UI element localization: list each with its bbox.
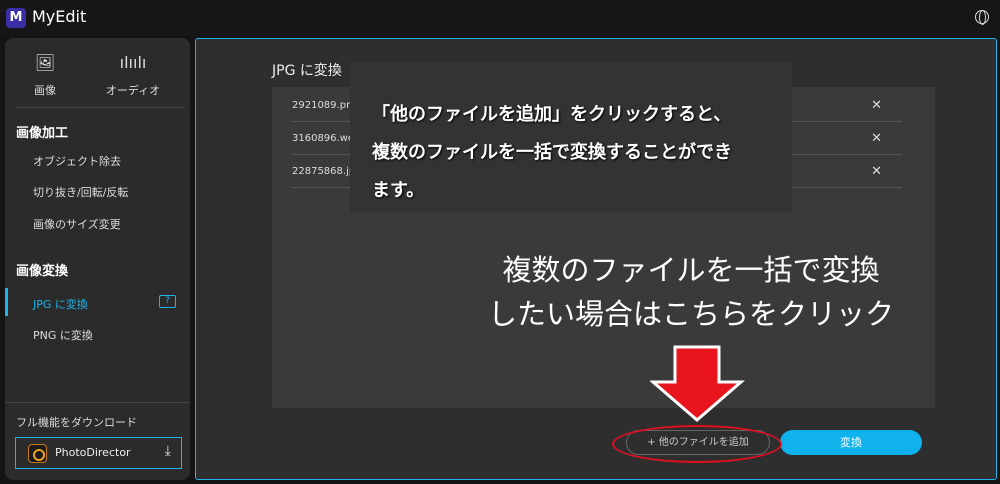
mode-audio[interactable]: ılıılı オーディオ — [93, 52, 173, 98]
tooltip-line: 複数のファイルを一括で変換することができ — [372, 142, 732, 163]
sidebar-item-resize[interactable]: 画像のサイズ変更 — [33, 216, 121, 232]
tooltip-line: 「他のファイルを追加」をクリックすると、 — [372, 104, 732, 125]
photodirector-download-button[interactable]: PhotoDirector ⤓ — [15, 437, 182, 469]
sidebar-item-jpg-convert[interactable]: JPG に変換 — [33, 296, 88, 312]
file-name: 2921089.pn — [292, 100, 353, 111]
mode-label: オーディオ — [105, 84, 161, 97]
sidebar-item-png-convert[interactable]: PNG に変換 — [33, 327, 93, 343]
remove-file-icon[interactable]: ✕ — [871, 122, 882, 155]
section-title: 画像変換 — [16, 264, 69, 279]
title-bar — [0, 0, 1000, 36]
convert-button[interactable]: 変換 — [780, 430, 922, 455]
photodirector-icon — [28, 444, 47, 463]
sidebar-item-object-removal[interactable]: オブジェクト除去 — [33, 153, 121, 169]
help-video-icon[interactable]: ? — [159, 295, 176, 308]
app-name: PhotoDirector — [55, 446, 131, 459]
sidebar-item-crop-rotate[interactable]: 切り抜き/回転/反転 — [33, 184, 128, 200]
language-globe-icon[interactable] — [975, 10, 989, 25]
section-title: 画像加工 — [16, 126, 69, 141]
app-logo: M — [6, 8, 26, 28]
red-arrow-down-icon — [650, 345, 745, 422]
page-title: JPG に変換 — [272, 63, 342, 79]
remove-file-icon[interactable]: ✕ — [871, 89, 882, 122]
file-name: 22875868.jp — [292, 166, 356, 177]
audio-wave-icon: ılıılı — [119, 53, 147, 72]
app-title: MyEdit — [32, 7, 87, 26]
sidebar: 🖼 画像 ılıılı オーディオ 画像加工 オブジェクト除去 切り抜き/回転/… — [5, 38, 190, 480]
annotation-ellipse — [612, 425, 782, 463]
divider — [15, 107, 185, 108]
remove-file-icon[interactable]: ✕ — [871, 155, 882, 188]
annotation-callout: 複数のファイルを一括で変換 したい場合はこちらをクリック — [466, 248, 916, 336]
tooltip-line: ます。 — [372, 180, 425, 201]
download-icon: ⤓ — [164, 443, 171, 459]
mode-image[interactable]: 🖼 画像 — [5, 52, 85, 98]
download-label: フル機能をダウンロード — [16, 416, 137, 429]
callout-line: したい場合はこちらをクリック — [487, 297, 894, 331]
image-icon: 🖼 — [34, 53, 56, 72]
divider — [5, 402, 190, 403]
file-name: 3160896.we — [292, 133, 355, 144]
annotation-tooltip: 「他のファイルを追加」をクリックすると、 複数のファイルを一括で変換することがで… — [350, 62, 792, 212]
callout-line: 複数のファイルを一括で変換 — [502, 253, 880, 287]
mode-label: 画像 — [34, 84, 56, 97]
active-indicator — [5, 288, 8, 316]
